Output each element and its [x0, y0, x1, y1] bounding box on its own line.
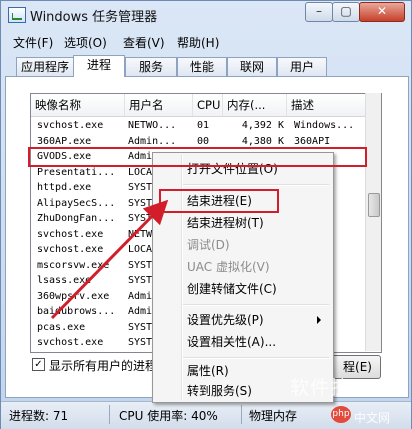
annotation-arrow	[50, 199, 169, 320]
arrow-line	[50, 199, 169, 320]
php-logo-icon: php	[331, 406, 351, 423]
watermark-text: 软件技巧	[290, 377, 371, 399]
watermark-site: 中文网	[354, 411, 391, 425]
